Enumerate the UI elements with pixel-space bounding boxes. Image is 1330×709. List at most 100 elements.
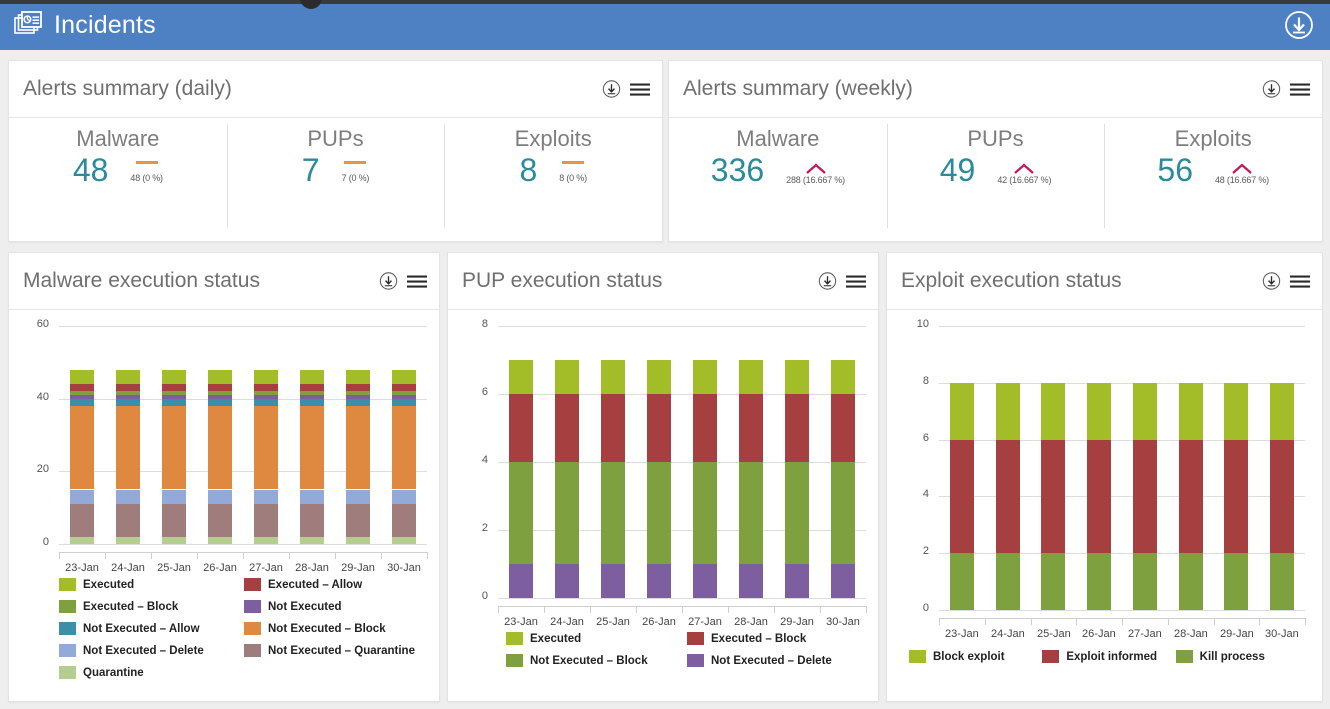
bar-segment[interactable] — [831, 360, 855, 394]
bar-segment[interactable] — [1224, 553, 1248, 610]
bar-segment[interactable] — [300, 405, 324, 490]
bar-segment[interactable] — [1224, 382, 1248, 440]
download-circle-icon[interactable] — [379, 272, 398, 291]
legend-item[interactable]: Not Executed — [244, 600, 429, 613]
bar-stack[interactable] — [300, 326, 324, 544]
legend-item[interactable]: Not Executed – Block — [244, 622, 429, 635]
bar-segment[interactable] — [208, 369, 232, 385]
bar-segment[interactable] — [346, 384, 370, 392]
bar-segment[interactable] — [208, 489, 232, 505]
hamburger-menu-icon[interactable] — [1290, 274, 1310, 288]
bar-segment[interactable] — [693, 394, 717, 462]
bar-segment[interactable] — [254, 384, 278, 392]
bar-segment[interactable] — [300, 536, 324, 544]
bar-segment[interactable] — [208, 395, 232, 399]
bar-segment[interactable] — [392, 369, 416, 385]
bar-stack[interactable] — [647, 326, 671, 598]
bar-segment[interactable] — [300, 369, 324, 385]
bar-segment[interactable] — [300, 395, 324, 399]
bar-segment[interactable] — [1087, 439, 1111, 554]
bar-segment[interactable] — [647, 394, 671, 462]
bar-segment[interactable] — [254, 395, 278, 399]
bar-segment[interactable] — [831, 462, 855, 564]
bar-segment[interactable] — [208, 536, 232, 544]
bar-segment[interactable] — [785, 360, 809, 394]
bar-segment[interactable] — [116, 536, 140, 544]
bar-segment[interactable] — [1041, 553, 1065, 610]
bar-segment[interactable] — [1270, 439, 1294, 554]
bar-segment[interactable] — [208, 384, 232, 392]
bar-segment[interactable] — [346, 405, 370, 490]
bar-segment[interactable] — [555, 360, 579, 394]
bar-segment[interactable] — [950, 439, 974, 554]
bar-segment[interactable] — [555, 462, 579, 564]
bar-segment[interactable] — [346, 536, 370, 544]
bar-segment[interactable] — [693, 360, 717, 394]
bar-stack[interactable] — [116, 326, 140, 544]
bar-segment[interactable] — [996, 553, 1020, 610]
bar-segment[interactable] — [392, 391, 416, 396]
bar-segment[interactable] — [601, 462, 625, 564]
bar-segment[interactable] — [831, 394, 855, 462]
bar-segment[interactable] — [785, 564, 809, 598]
bar-segment[interactable] — [346, 504, 370, 537]
bar-segment[interactable] — [116, 369, 140, 385]
bar-segment[interactable] — [785, 394, 809, 462]
bar-segment[interactable] — [300, 384, 324, 392]
bar-segment[interactable] — [509, 564, 533, 598]
bar-stack[interactable] — [950, 326, 974, 610]
bar-segment[interactable] — [116, 395, 140, 399]
bar-segment[interactable] — [555, 394, 579, 462]
bar-stack[interactable] — [208, 326, 232, 544]
bar-segment[interactable] — [162, 384, 186, 392]
bar-segment[interactable] — [739, 462, 763, 564]
bar-segment[interactable] — [392, 536, 416, 544]
legend-item[interactable]: Kill process — [1175, 650, 1309, 663]
bar-segment[interactable] — [346, 395, 370, 399]
bar-stack[interactable] — [392, 326, 416, 544]
legend-item[interactable]: Not Executed – Quarantine — [244, 644, 429, 657]
bar-segment[interactable] — [208, 398, 232, 406]
bar-segment[interactable] — [254, 405, 278, 490]
bar-segment[interactable] — [1270, 382, 1294, 440]
bar-segment[interactable] — [996, 382, 1020, 440]
legend-item[interactable]: Exploit informed — [1042, 650, 1175, 663]
legend-item[interactable]: Not Executed – Delete — [687, 654, 868, 667]
bar-segment[interactable] — [601, 564, 625, 598]
bar-segment[interactable] — [70, 369, 94, 385]
bar-segment[interactable] — [1224, 439, 1248, 554]
legend-item[interactable]: Not Executed – Delete — [59, 644, 244, 657]
bar-segment[interactable] — [208, 504, 232, 537]
download-circle-icon[interactable] — [818, 272, 837, 291]
hamburger-menu-icon[interactable] — [1290, 82, 1310, 96]
bar-segment[interactable] — [116, 489, 140, 505]
bar-segment[interactable] — [647, 564, 671, 598]
bar-segment[interactable] — [70, 398, 94, 406]
legend-item[interactable]: Executed – Block — [59, 600, 244, 613]
bar-stack[interactable] — [831, 326, 855, 598]
bar-segment[interactable] — [509, 360, 533, 394]
bar-segment[interactable] — [1179, 439, 1203, 554]
bar-segment[interactable] — [208, 391, 232, 396]
bar-segment[interactable] — [300, 391, 324, 396]
download-circle-icon[interactable] — [1284, 10, 1314, 40]
bar-segment[interactable] — [346, 391, 370, 396]
bar-segment[interactable] — [116, 398, 140, 406]
bar-segment[interactable] — [116, 405, 140, 490]
bar-stack[interactable] — [739, 326, 763, 598]
bar-segment[interactable] — [693, 564, 717, 598]
bar-segment[interactable] — [392, 489, 416, 505]
bar-segment[interactable] — [70, 504, 94, 537]
bar-stack[interactable] — [785, 326, 809, 598]
download-circle-icon[interactable] — [1262, 272, 1281, 291]
bar-segment[interactable] — [254, 489, 278, 505]
bar-stack[interactable] — [601, 326, 625, 598]
bar-segment[interactable] — [70, 384, 94, 392]
bar-stack[interactable] — [162, 326, 186, 544]
bar-segment[interactable] — [1087, 382, 1111, 440]
bar-segment[interactable] — [162, 489, 186, 505]
bar-segment[interactable] — [392, 395, 416, 399]
legend-item[interactable]: Executed — [59, 578, 244, 591]
bar-segment[interactable] — [70, 395, 94, 399]
bar-segment[interactable] — [70, 536, 94, 544]
